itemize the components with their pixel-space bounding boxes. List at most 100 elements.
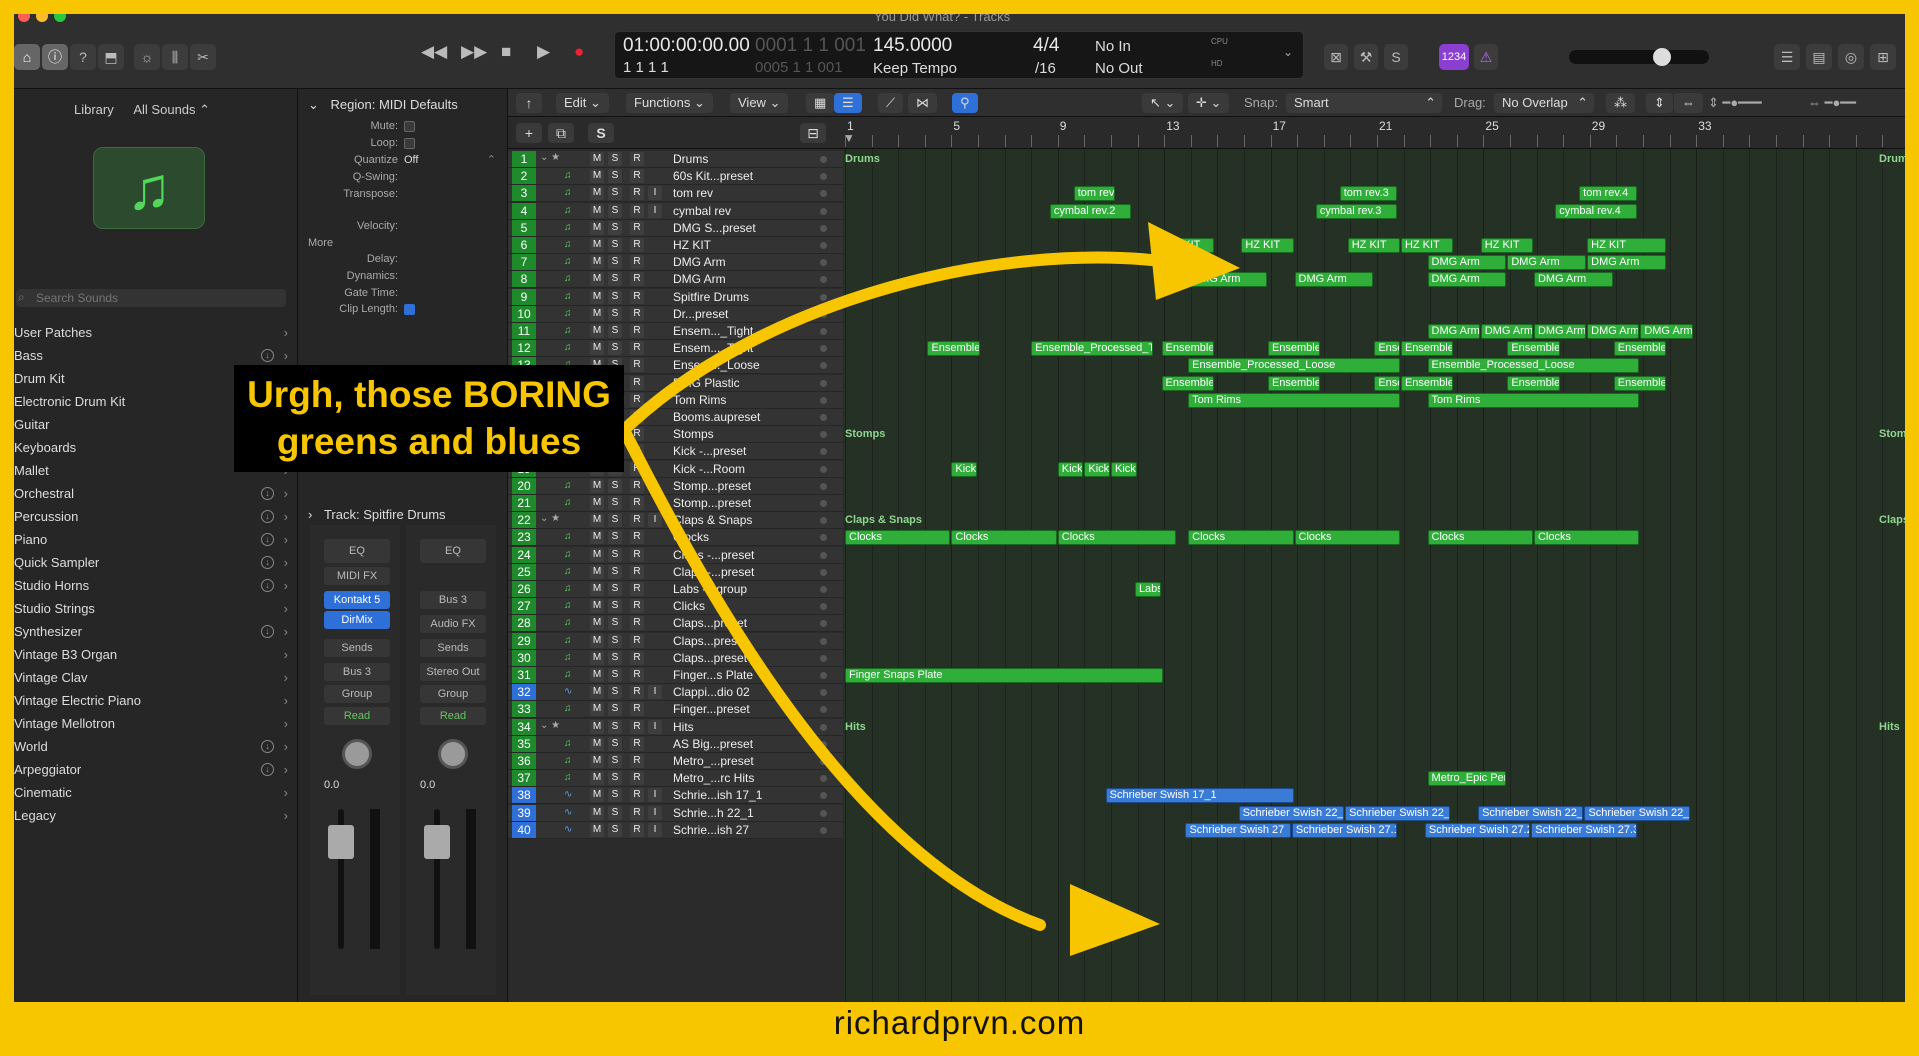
up-arrow-icon[interactable]: ↑: [516, 93, 542, 113]
mixer-icon[interactable]: ⫼: [162, 44, 188, 70]
midi-region[interactable]: HZ KIT: [1241, 238, 1294, 253]
group-slot[interactable]: Group: [324, 685, 390, 703]
track-header[interactable]: 11 ♫ M S R Ensem..._Tight: [508, 323, 843, 340]
track-name[interactable]: Claps -...preset: [673, 565, 754, 579]
folder-region-label[interactable]: Hits: [845, 721, 866, 733]
mute-button[interactable]: M: [590, 186, 604, 201]
record-enable-button[interactable]: R: [630, 341, 644, 356]
volume-fader-cap[interactable]: [328, 825, 354, 859]
master-volume-knob[interactable]: [1653, 48, 1671, 66]
catch-playhead-icon[interactable]: ⚲: [952, 93, 978, 113]
midi-region[interactable]: Clocks: [1533, 530, 1640, 546]
record-enable-button[interactable]: R: [630, 788, 644, 803]
midi-region[interactable]: Ensemble_: [1161, 341, 1214, 357]
midi-region[interactable]: DMG Arm: [1427, 324, 1480, 339]
play-icon[interactable]: ▶: [537, 42, 550, 62]
folder-region-label[interactable]: Claps: [1879, 514, 1905, 526]
track-name[interactable]: Metro_...preset: [673, 754, 754, 768]
solo-button[interactable]: S: [608, 685, 622, 700]
track-header[interactable]: 40 ∿ M S R I Schrie...ish 27: [508, 821, 843, 839]
solo-button[interactable]: S: [608, 478, 622, 493]
record-enable-button[interactable]: R: [630, 238, 644, 252]
duplicate-track-icon[interactable]: ⧉: [548, 123, 574, 143]
record-enable-button[interactable]: R: [630, 358, 644, 373]
midi-region[interactable]: Ensemble_: [1507, 341, 1560, 357]
midi-region[interactable]: Finger Snaps Plate: [845, 668, 1164, 683]
record-enable-button[interactable]: R: [630, 392, 644, 407]
track-header[interactable]: 12 ♫ M S R Ensem..._Tight: [508, 340, 843, 358]
midi-region[interactable]: Ensemble_: [1613, 341, 1666, 357]
mute-button[interactable]: M: [590, 668, 604, 682]
add-track-icon[interactable]: +: [516, 123, 542, 143]
input-monitor-button[interactable]: I: [648, 788, 662, 803]
track-name[interactable]: Stomp...preset: [673, 496, 751, 510]
midi-region[interactable]: Ensemble_Processed_Tig: [1031, 341, 1153, 357]
midi-region[interactable]: Clocks: [845, 530, 951, 546]
pointer-tool-icon[interactable]: ↖ ⌄: [1142, 93, 1184, 113]
midi-region[interactable]: Clocks: [1057, 530, 1177, 546]
track-header[interactable]: 3 ♫ M S R Itom rev: [508, 185, 843, 203]
midi-region[interactable]: DMG Arm: [1533, 272, 1613, 288]
folder-disclosure-icon[interactable]: ⌄ ★: [540, 513, 560, 524]
midi-region[interactable]: DMG Arm: [1294, 272, 1374, 288]
mute-button[interactable]: M: [590, 513, 604, 528]
track-header[interactable]: 8 ♫ M S R DMG Arm: [508, 271, 843, 289]
midi-region[interactable]: cymbal rev.4: [1555, 203, 1637, 219]
track-header[interactable]: 24 ♫ M S R Claps -...preset: [508, 546, 843, 564]
track-name[interactable]: Labs -...group: [673, 582, 747, 596]
midi-region[interactable]: DMG Arm: [1587, 324, 1640, 339]
track-name[interactable]: Schrie...ish 27: [673, 823, 749, 837]
bar-ruler[interactable]: 1 5 9 13 17 21 25 29 33 ▼: [843, 117, 1905, 149]
solo-button[interactable]: S: [608, 599, 622, 614]
vertical-zoom-slider-icon[interactable]: ⇕ ━●━━━: [1708, 95, 1762, 111]
track-header[interactable]: 7 ♫ M S R DMG Arm: [508, 254, 843, 272]
input-slot[interactable]: Bus 3: [420, 591, 486, 609]
solo-button[interactable]: S: [608, 238, 622, 252]
record-enable-button[interactable]: R: [630, 530, 644, 545]
track-name[interactable]: cymbal rev: [673, 204, 731, 218]
download-icon[interactable]: ↓: [261, 763, 274, 776]
record-enable-button[interactable]: R: [630, 564, 644, 579]
track-name[interactable]: Finger...preset: [673, 702, 750, 716]
track-name[interactable]: Tom Rims: [673, 393, 726, 407]
solo-button[interactable]: S: [608, 702, 622, 717]
solo-button[interactable]: S: [608, 220, 622, 235]
record-enable-button[interactable]: R: [630, 444, 644, 459]
track-name[interactable]: Kick -...preset: [673, 444, 746, 458]
track-name[interactable]: Finger...s Plate: [673, 668, 753, 682]
library-category-item[interactable]: Studio Horns ↓ ›: [14, 574, 298, 597]
grid-view-icon[interactable]: ▦: [806, 93, 835, 113]
track-name[interactable]: Ensem..._Tight: [673, 341, 753, 355]
download-icon[interactable]: ↓: [261, 556, 274, 569]
track-header[interactable]: 27 ♫ M S R Clicks: [508, 598, 843, 616]
track-name[interactable]: 60s Kit...preset: [673, 169, 753, 183]
track-header[interactable]: 37 ♫ M S R Metro_...rc Hits: [508, 770, 843, 788]
stop-icon[interactable]: ■: [501, 42, 511, 62]
library-category-item[interactable]: Vintage B3 Organ ›: [14, 643, 298, 666]
zoom-window-button[interactable]: [54, 14, 66, 22]
record-enable-button[interactable]: R: [630, 754, 644, 768]
track-inspector-header[interactable]: › Track: Spitfire Drums: [308, 507, 446, 522]
solo-button[interactable]: S: [608, 272, 622, 287]
track-header[interactable]: 22 ⌄ ★ M S R I Claps & Snaps: [508, 512, 843, 530]
track-header[interactable]: 1 ⌄ ★ M S R Drums: [508, 151, 843, 168]
snap-dropdown[interactable]: Smart ⌃: [1286, 93, 1442, 113]
track-name[interactable]: Hits: [673, 720, 694, 734]
record-enable-button[interactable]: R: [630, 272, 644, 287]
library-filter[interactable]: All Sounds ⌃: [133, 102, 210, 117]
mute-button[interactable]: M: [590, 478, 604, 493]
record-enable-button[interactable]: R: [630, 736, 644, 751]
automation-mode[interactable]: Read: [324, 707, 390, 725]
solo-button[interactable]: S: [608, 771, 622, 786]
library-category-item[interactable]: Synthesizer ↓ ›: [14, 620, 298, 643]
track-name[interactable]: Claps...preset: [673, 651, 747, 665]
mute-button[interactable]: M: [590, 272, 604, 287]
checkbox[interactable]: [404, 304, 415, 315]
library-category-item[interactable]: World ↓ ›: [14, 735, 298, 758]
mute-button[interactable]: M: [590, 616, 604, 631]
updown-icon[interactable]: ⌃: [487, 153, 496, 166]
replace-icon[interactable]: ⊠: [1324, 44, 1348, 70]
solo-button[interactable]: S: [608, 616, 622, 631]
track-header[interactable]: 6 ♫ M S R HZ KIT: [508, 237, 843, 254]
mute-button[interactable]: M: [590, 650, 604, 665]
